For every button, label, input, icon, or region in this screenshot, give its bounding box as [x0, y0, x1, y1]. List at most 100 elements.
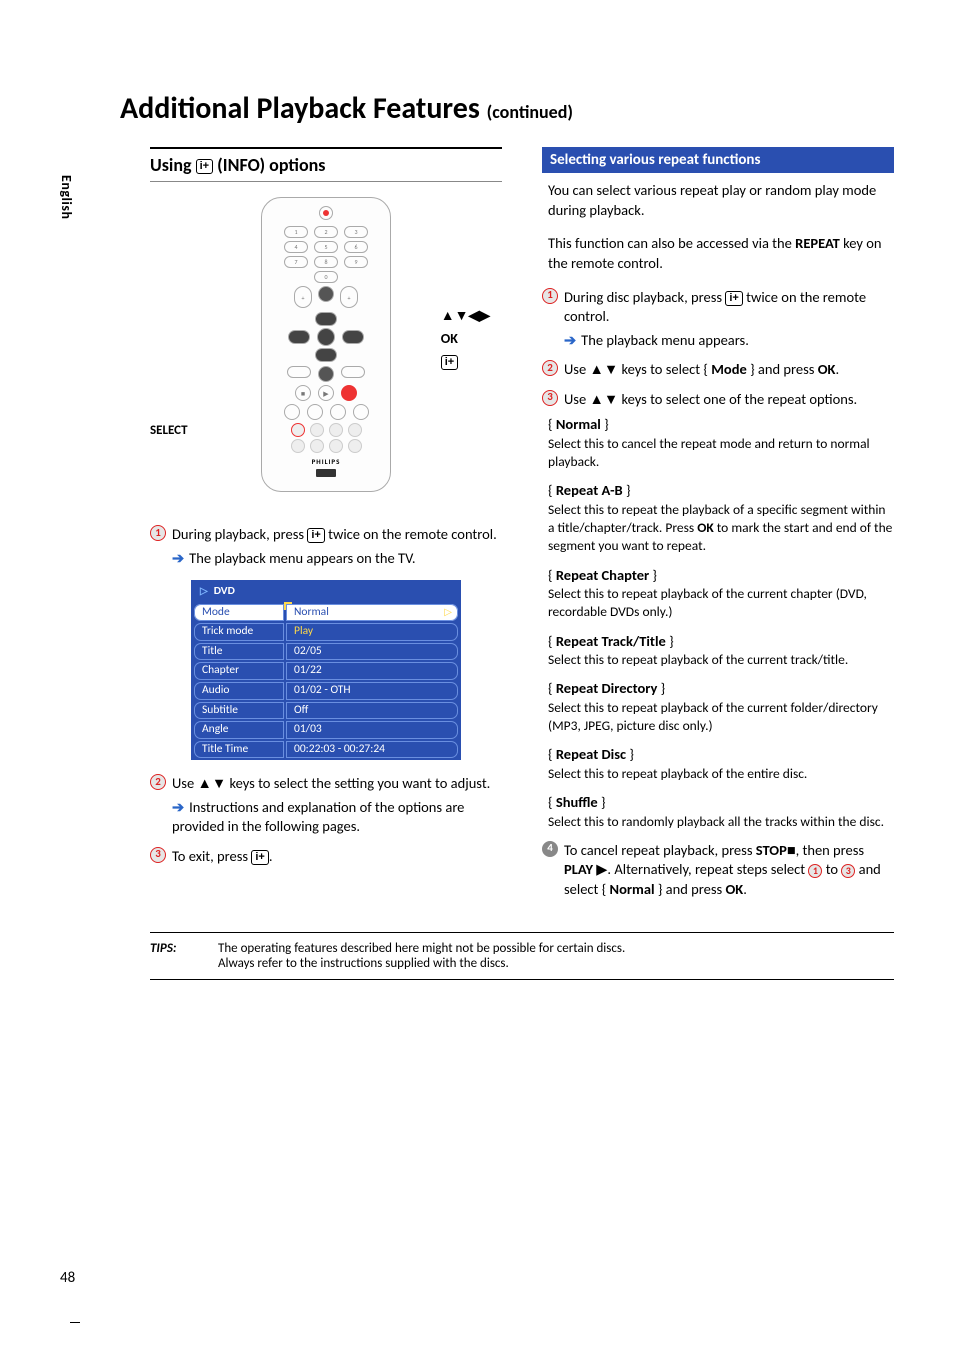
info-icon: i+: [196, 159, 213, 174]
osd-l2: Title: [194, 643, 284, 661]
osd-v4: 01/02 - OTH: [286, 682, 458, 700]
osd-v3: 01/22: [286, 662, 458, 680]
opt-repeat-tracktitle: { Repeat Track/Title } Select this to re…: [548, 632, 894, 670]
osd-v1: Play: [286, 623, 458, 641]
rstep-num-3: 3: [542, 390, 558, 406]
rs4g: .: [743, 880, 747, 898]
tips-1: The operating features described here mi…: [218, 941, 625, 956]
left-icon: [288, 330, 310, 344]
callout-select: SELECT: [150, 422, 188, 440]
ot2: Repeat Chapter: [556, 566, 649, 584]
aux-1: [284, 404, 300, 420]
t7: [329, 439, 343, 453]
osd-row-title: Title02/05: [192, 642, 460, 662]
ot5: Repeat Disc: [556, 745, 626, 763]
num-6: 6: [344, 241, 368, 253]
play-icon: ▶: [318, 385, 334, 401]
intro1: You can select various repeat play or ra…: [548, 181, 894, 220]
right-icon: [342, 330, 364, 344]
rs4play: PLAY: [564, 860, 593, 878]
right-step-1: 1 During disc playback, press i+ twice o…: [542, 288, 894, 327]
intro2: This function can also be accessed via t…: [548, 234, 894, 273]
callout-ok: OK: [441, 330, 490, 349]
osd-row-angle: Angle01/03: [192, 720, 460, 740]
t8: [348, 439, 362, 453]
tips-2: Always refer to the instructions supplie…: [218, 956, 625, 971]
heading-post: (INFO) options: [213, 154, 325, 176]
left-step-3: 3 To exit, press i+.: [150, 847, 502, 867]
vol-btn: +: [294, 286, 312, 308]
rs4n: Normal: [610, 880, 655, 898]
num-7: 7: [284, 256, 308, 268]
rs4b: ■, then press: [787, 841, 864, 859]
od3: Select this to repeat playback of the cu…: [548, 651, 894, 669]
t5: [291, 439, 305, 453]
right-step-3: 3 Use ▲▼ keys to select one of the repea…: [542, 390, 894, 410]
scan-fwd: [341, 366, 365, 378]
t3: [329, 423, 343, 437]
s1a: During playback, press: [172, 525, 307, 543]
tips-content: The operating features described here mi…: [218, 941, 625, 971]
tips-label: TIPS:: [150, 941, 200, 971]
osd-l0: Mode: [194, 604, 284, 622]
callout-arrows: ▲▼◀▶: [441, 307, 490, 326]
num-2: 2: [314, 226, 338, 238]
rs4c: ▶. Alternatively, repeat steps select: [593, 860, 808, 878]
osd-row-subtitle: SubtitleOff: [192, 701, 460, 721]
ot4: Repeat Directory: [556, 679, 658, 697]
opt-normal: { Normal } Select this to cancel the rep…: [548, 415, 894, 471]
mid-round: [318, 286, 334, 302]
rstep-num-4: 4: [542, 841, 558, 857]
dpad: [286, 312, 366, 362]
od6: Select this to randomly playback all the…: [548, 813, 894, 831]
ot1: Repeat A-B: [556, 481, 623, 499]
osd-v5: Off: [286, 702, 458, 720]
num-0: 0: [314, 271, 338, 283]
heading-pre: Using: [150, 154, 196, 176]
osd-header: ▷DVD: [192, 581, 460, 603]
od5: Select this to repeat playback of the en…: [548, 765, 894, 783]
section-heading-info: Using i+ (INFO) options: [150, 147, 502, 182]
rs4ok: OK: [725, 880, 743, 898]
s1b: twice on the remote control.: [325, 525, 497, 543]
rs4f: } and press: [655, 880, 726, 898]
t2: [310, 423, 324, 437]
sub-heading-repeat: Selecting various repeat functions: [542, 147, 894, 173]
inline-1: 1: [808, 864, 822, 878]
t4: [348, 423, 362, 437]
rs2b: Mode: [711, 360, 747, 378]
right-step1-sub: The playback menu appears.: [564, 331, 894, 351]
opt-repeat-disc: { Repeat Disc } Select this to repeat pl…: [548, 745, 894, 783]
inline-3: 3: [841, 864, 855, 878]
menu-btn: [318, 366, 334, 382]
opt-repeat-chapter: { Repeat Chapter } Select this to repeat…: [548, 566, 894, 622]
right-column: Selecting various repeat functions You c…: [542, 147, 894, 904]
osd-row-trick: Trick modePlay: [192, 622, 460, 642]
opt-repeat-ab: { Repeat A-B } Select this to repeat the…: [548, 481, 894, 555]
page-number: 48: [60, 1269, 75, 1287]
osd-l3: Chapter: [194, 662, 284, 680]
i2b: REPEAT: [795, 234, 840, 252]
osd-l6: Angle: [194, 721, 284, 739]
info-icon-inline: i+: [307, 528, 324, 543]
num-8: 8: [314, 256, 338, 268]
ot6: Shuffle: [556, 793, 598, 811]
od1: Select this to repeat the playback of a …: [548, 501, 894, 556]
ot0: Normal: [556, 415, 601, 433]
callout-info-icon: i+: [441, 355, 458, 370]
up-icon: [315, 312, 337, 326]
title-continued: (continued): [487, 101, 573, 123]
aux-3: [330, 404, 346, 420]
rec-icon: [341, 385, 357, 401]
rs4d: to: [822, 860, 841, 878]
od2: Select this to repeat playback of the cu…: [548, 585, 894, 621]
od0: Select this to cancel the repeat mode an…: [548, 435, 894, 471]
osd-row-audio: Audio01/02 - OTH: [192, 681, 460, 701]
remote-body: 123 456 789 0 ++ ■ ▶: [261, 197, 391, 492]
osd-v6: 01/03: [286, 721, 458, 739]
osd-row-chapter: Chapter01/22: [192, 661, 460, 681]
stop-icon: ■: [295, 385, 311, 401]
ot3: Repeat Track/Title: [556, 632, 666, 650]
rs3: Use ▲▼ keys to select one of the repeat …: [564, 390, 894, 410]
info-icon-r: i+: [725, 291, 742, 306]
